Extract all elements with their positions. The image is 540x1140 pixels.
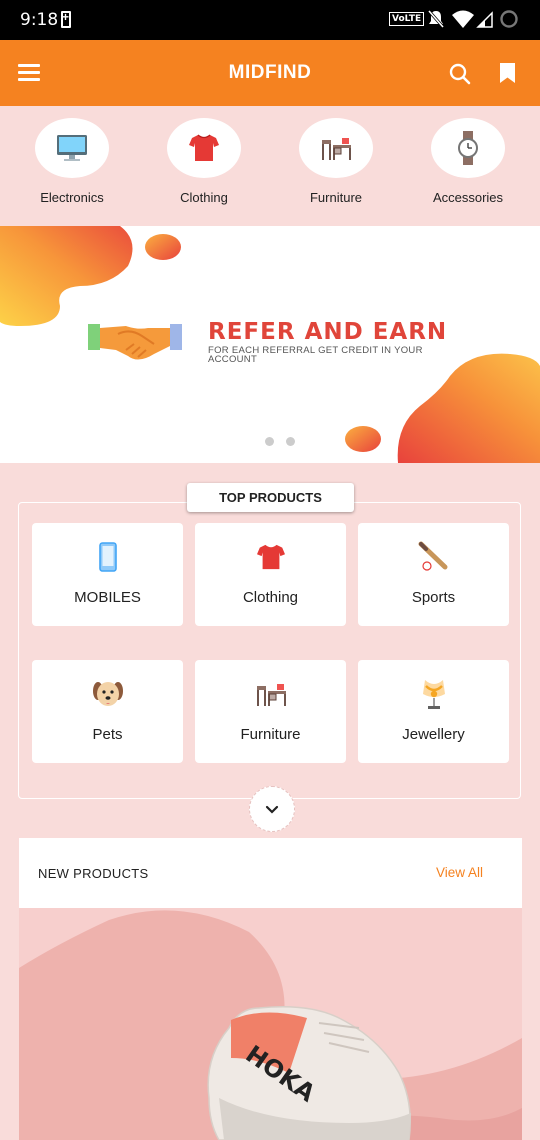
promo-banner[interactable]: REFER AND EARN FOR EACH REFERRAL GET CRE… (0, 226, 540, 463)
category-label: Accessories (432, 190, 504, 205)
signal-icon (476, 11, 493, 28)
category-accessories[interactable]: Accessories (413, 118, 523, 205)
view-all-link[interactable]: View All (436, 865, 483, 880)
battery-charging-icon (61, 10, 71, 28)
product-label: Furniture (240, 726, 301, 743)
status-time: 9:18 (20, 10, 59, 30)
product-label: Clothing (242, 589, 299, 606)
tshirt-icon (256, 544, 285, 570)
category-label: Electronics (40, 190, 104, 205)
new-products-header: NEW PRODUCTS View All (19, 838, 522, 908)
category-clothing[interactable]: Clothing (149, 118, 259, 205)
product-jewellery[interactable]: Jewellery (358, 660, 509, 763)
battery-ring-icon (500, 10, 518, 28)
category-furniture[interactable]: Furniture (281, 118, 391, 205)
watch-icon (458, 131, 478, 165)
status-bar: 9:18 VoLTE (0, 0, 540, 40)
product-pets[interactable]: Pets (32, 660, 183, 763)
carousel-dot[interactable] (265, 437, 274, 446)
necklace-icon (422, 680, 445, 709)
wifi-icon (452, 10, 474, 28)
product-mobiles[interactable]: MOBILES (32, 523, 183, 626)
category-label: Furniture (309, 190, 363, 205)
shoe-image: HOKA (19, 910, 522, 1140)
product-label: MOBILES (74, 589, 141, 606)
banner-title: REFER AND EARN (208, 319, 448, 345)
tshirt-icon (189, 134, 219, 161)
bookmark-icon[interactable] (499, 62, 516, 84)
desk-icon (256, 684, 286, 706)
carousel-dot[interactable] (286, 437, 295, 446)
chevron-down-icon (265, 805, 279, 814)
product-sports[interactable]: Sports (358, 523, 509, 626)
product-clothing[interactable]: Clothing (195, 523, 346, 626)
category-electronics[interactable]: Electronics (17, 118, 127, 205)
category-label: Clothing (180, 190, 228, 205)
expand-button[interactable] (249, 786, 295, 832)
product-label: Sports (411, 589, 456, 606)
new-product-image[interactable]: HOKA (19, 908, 522, 1140)
product-furniture[interactable]: Furniture (195, 660, 346, 763)
product-label: Jewellery (402, 726, 465, 743)
volte-badge: VoLTE (389, 12, 425, 26)
new-products-title: NEW PRODUCTS (38, 866, 149, 881)
mobile-icon (98, 542, 117, 572)
desk-icon (322, 138, 351, 160)
banner-subtitle: FOR EACH REFERRAL GET CREDIT IN YOUR ACC… (208, 345, 423, 365)
app-bar: MIDFIND (0, 40, 540, 106)
dog-icon (92, 682, 123, 706)
product-label: Pets (92, 726, 123, 743)
handshake-icon (88, 324, 182, 360)
mute-icon (427, 10, 445, 28)
top-products-title: TOP PRODUCTS (187, 483, 354, 512)
monitor-icon (57, 135, 87, 161)
category-row: Electronics Clothing Furniture Accessori… (0, 106, 540, 226)
search-icon[interactable] (448, 62, 472, 86)
baseball-bat-icon (418, 541, 447, 571)
